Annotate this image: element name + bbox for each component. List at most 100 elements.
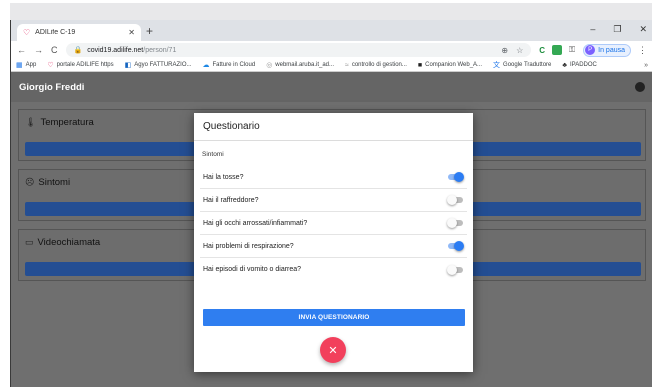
ipaddoc-icon: ♣ <box>562 61 567 69</box>
bookmark-label: App <box>25 62 37 68</box>
omnibox-icons: ⊕ ☆ <box>501 46 523 55</box>
bookmark-label: Companion Web_A... <box>425 62 483 68</box>
question-toggle[interactable] <box>447 195 464 205</box>
toggle-knob <box>447 264 457 275</box>
url-host: covid19.adilife.net <box>87 46 144 54</box>
card-label: Temperatura <box>40 117 94 128</box>
tab-title: ADILife C-19 <box>35 29 76 36</box>
bookmark-fatture[interactable]: ☁ Fatture in Cloud <box>202 61 255 69</box>
heart-icon: ♡ <box>23 28 31 37</box>
browser-tab[interactable]: ♡ ADILife C-19 ✕ <box>17 24 141 41</box>
question-label: Hai la tosse? <box>203 173 244 181</box>
profile-button[interactable]: P In pausa <box>583 43 631 57</box>
apps-icon: ▦ <box>16 62 23 69</box>
bookmark-portale[interactable]: ♡ portale ADILIFE https <box>47 61 113 69</box>
dialog-title: Questionario <box>203 121 260 132</box>
top-strip <box>0 0 652 20</box>
heart-icon: ♡ <box>47 62 54 69</box>
navigation-bar: ← → C 🔒 covid19.adilife.net /person/71 ⊕… <box>11 41 652 59</box>
agyo-icon: ◧ <box>124 62 132 69</box>
bookmark-gestion[interactable]: ≈ controllo di gestion... <box>345 62 407 69</box>
gestion-icon: ≈ <box>345 61 349 69</box>
toggle-knob <box>447 218 457 228</box>
bookmark-label: Fatture in Cloud <box>212 62 256 68</box>
card-title: ☹ Sintomi <box>25 177 70 188</box>
question-row: Hai episodi di vomito o diarrea? <box>200 258 467 281</box>
bookmarks-bar: ▦ App ♡ portale ADILIFE https ◧ Agyo FATTUR… <box>11 59 652 72</box>
bookmark-label: portale ADILIFE https <box>56 62 114 68</box>
browser-window: ♡ ADILife C-19 ✕ + – ❐ ✕ ← → C 🔒 covid19… <box>10 20 652 387</box>
question-label: Hai il raffreddore? <box>203 196 259 204</box>
more-bookmarks-icon[interactable]: » <box>644 62 648 69</box>
reload-button[interactable]: C <box>51 45 58 55</box>
extension-green-icon[interactable] <box>552 45 563 55</box>
bookmark-label: IPADDOC <box>570 62 597 68</box>
bookmark-apps[interactable]: ▦ App <box>16 61 36 69</box>
key-icon[interactable]: ⚿ <box>569 45 575 55</box>
close-dialog-button[interactable]: ✕ <box>320 337 346 363</box>
window-controls: – ❐ ✕ <box>590 24 647 35</box>
star-icon[interactable]: ☆ <box>516 46 523 55</box>
dialog-divider <box>194 140 473 141</box>
question-row: Hai problemi di respirazione? <box>200 235 467 258</box>
bookmark-agyo[interactable]: ◧ Agyo FATTURAZIO... <box>125 61 192 69</box>
lock-icon: 🔒 <box>73 47 83 54</box>
close-window-button[interactable]: ✕ <box>639 24 647 35</box>
question-row: Hai gli occhi arrossati/infiammati? <box>200 212 467 235</box>
question-label: Hai gli occhi arrossati/infiammati? <box>203 219 308 227</box>
top-strip-inner <box>10 3 652 20</box>
symptoms-icon: ☹ <box>25 177 35 187</box>
app-bar: Giorgio Freddi <box>11 72 652 102</box>
question-list: Hai la tosse? Hai il raffreddore? Hai gl… <box>200 166 467 281</box>
card-label: Videochiamata <box>37 237 101 248</box>
card-title: ▭ Videochiamata <box>25 237 100 248</box>
question-toggle[interactable] <box>447 172 464 182</box>
questionnaire-dialog: Questionario Sintomi Hai la tosse? Hai i… <box>194 113 473 372</box>
card-title: 🌡 Temperatura <box>25 117 94 128</box>
profile-status: In pausa <box>598 46 625 54</box>
account-icon[interactable] <box>635 82 645 92</box>
location-icon[interactable]: ⊕ <box>501 46 508 55</box>
question-label: Hai episodi di vomito o diarrea? <box>203 266 302 273</box>
url-path: /person/71 <box>143 46 177 54</box>
question-toggle[interactable] <box>447 241 464 251</box>
question-toggle[interactable] <box>447 264 464 275</box>
bookmark-webmail[interactable]: ◎ webmail.aruba.it_ad... <box>266 61 334 69</box>
bookmark-label: Agyo FATTURAZIO... <box>134 62 192 68</box>
toggle-knob <box>454 241 464 251</box>
new-tab-button[interactable]: + <box>146 24 153 38</box>
address-bar[interactable]: 🔒 covid19.adilife.net /person/71 ⊕ ☆ <box>65 43 532 57</box>
bookmark-label: controllo di gestion... <box>351 62 407 68</box>
restore-button[interactable]: ❐ <box>613 24 621 35</box>
toggle-knob <box>454 172 464 182</box>
toggle-knob <box>447 195 457 205</box>
extensions: C ⚿ <box>539 45 575 55</box>
section-title: Sintomi <box>202 151 224 158</box>
forward-button[interactable]: → <box>34 45 43 55</box>
card-label: Sintomi <box>38 177 71 188</box>
back-button[interactable]: ← <box>17 45 26 55</box>
extension-c-icon[interactable]: C <box>539 46 545 55</box>
webmail-icon: ◎ <box>266 62 273 69</box>
question-row: Hai la tosse? <box>200 166 467 189</box>
user-name: Giorgio Freddi <box>19 81 85 93</box>
thermometer-icon: 🌡 <box>25 117 37 127</box>
avatar: P <box>585 45 596 55</box>
tab-strip: ♡ ADILife C-19 ✕ + – ❐ ✕ <box>11 20 652 41</box>
bookmark-label: Google Traduttore <box>503 62 552 68</box>
bookmark-translate[interactable]: 文 Google Traduttore <box>493 60 551 70</box>
cloud-icon: ☁ <box>202 62 210 69</box>
bookmark-companion[interactable]: ■ Companion Web_A... <box>418 62 482 69</box>
question-label: Hai problemi di respirazione? <box>203 242 294 250</box>
browser-menu-icon[interactable]: ⋮ <box>638 45 647 56</box>
translate-icon: 文 <box>493 62 501 69</box>
companion-icon: ■ <box>417 61 423 69</box>
bookmark-label: webmail.aruba.it_ad... <box>275 62 334 68</box>
bookmark-ipaddoc[interactable]: ♣ IPADDOC <box>562 62 597 69</box>
question-row: Hai il raffreddore? <box>200 189 467 212</box>
minimize-button[interactable]: – <box>590 24 595 35</box>
close-tab-icon[interactable]: ✕ <box>128 28 135 37</box>
video-icon: ▭ <box>25 237 34 247</box>
submit-questionnaire-button[interactable]: INVIA QUESTIONARIO <box>203 309 465 326</box>
question-toggle[interactable] <box>447 218 464 228</box>
